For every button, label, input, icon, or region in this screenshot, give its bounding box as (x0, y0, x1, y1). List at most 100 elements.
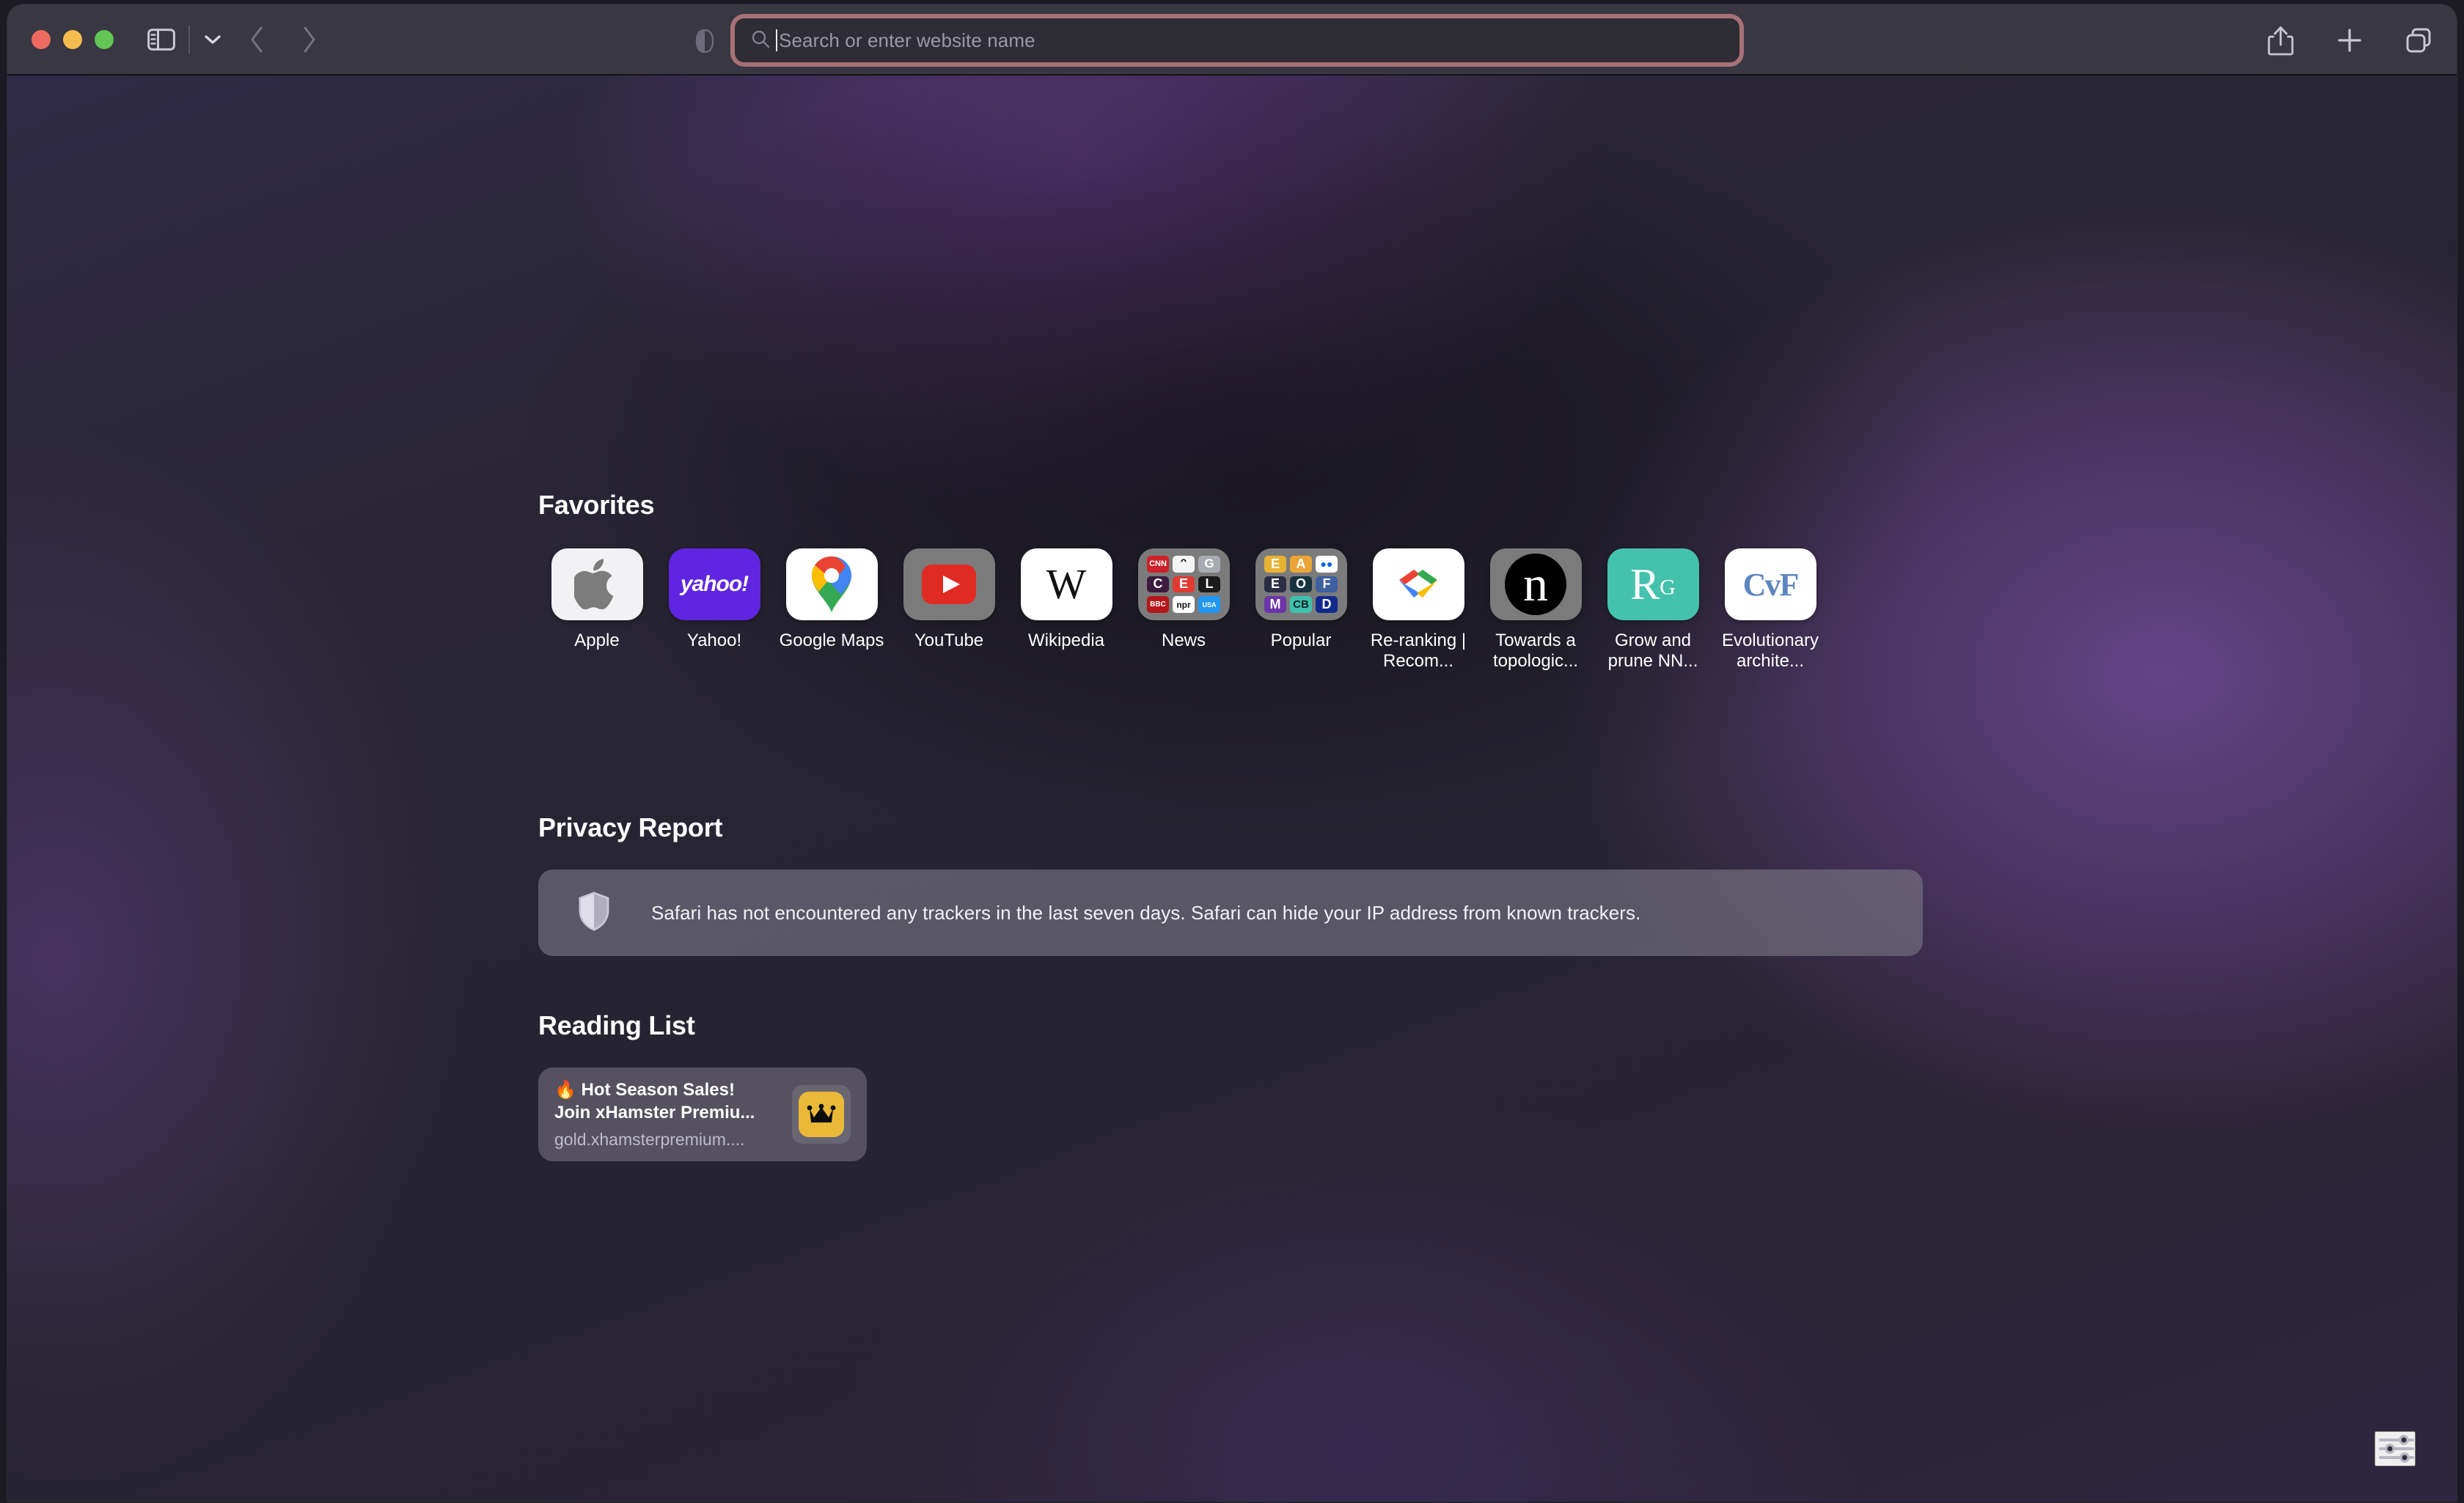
back-button[interactable] (238, 22, 276, 57)
search-icon (751, 29, 770, 52)
researchgate-rg-glyph: RG (1630, 560, 1676, 609)
folder-tile: F (1316, 576, 1338, 593)
chevron-down-icon (205, 34, 221, 44)
folder-tile: D (1316, 596, 1338, 613)
reading-list-item-thumbnail (792, 1085, 851, 1144)
favorites-section: Favorites Apple yahoo! Yahoo! Google Maps Yo… (538, 490, 1829, 672)
favorite-label: Grow and prune NN... (1607, 631, 1698, 672)
sliders-icon (2379, 1435, 2414, 1463)
folder-tile: CB (1290, 596, 1312, 613)
favorite-item[interactable]: RG Grow and prune NN... (1594, 548, 1712, 672)
privacy-report-title: Privacy Report (538, 812, 723, 842)
favorite-item[interactable]: CvF Evolutionary archite... (1712, 548, 1829, 672)
google-developers-logo-icon (1373, 548, 1464, 620)
folder-tile: ●● (1316, 556, 1338, 573)
google-maps-logo-icon (786, 548, 878, 620)
forward-button[interactable] (290, 22, 328, 57)
favorites-grid: Apple yahoo! Yahoo! Google Maps YouTube W Wiki… (538, 548, 1829, 672)
favorite-tile[interactable]: RG (1607, 548, 1699, 620)
reading-list-item[interactable]: 🔥 Hot Season Sales! Join xHamster Premiu… (538, 1067, 867, 1161)
customize-start-page-button[interactable] (2375, 1431, 2416, 1466)
browser-toolbar: Search or enter website name (7, 4, 2457, 76)
favorite-item[interactable]: Google Maps (773, 548, 890, 672)
plus-icon (2338, 28, 2361, 52)
favorite-tile[interactable] (785, 548, 878, 620)
privacy-report-message: Safari has not encountered any trackers … (651, 901, 1641, 924)
favorite-item[interactable]: E A ●● E O F M CB D Popular (1242, 548, 1360, 672)
maximize-window-button[interactable] (95, 29, 114, 49)
favorite-tile[interactable]: n (1489, 548, 1582, 620)
nature-circle: n (1505, 554, 1566, 615)
favorite-tile[interactable]: CvF (1724, 548, 1816, 620)
favorite-tile[interactable]: yahoo! (668, 548, 760, 620)
reading-list-section: Reading List 🔥 Hot Season Sales! Join xH… (538, 1010, 867, 1161)
privacy-report-section: Privacy Report Safari has not encountere… (538, 812, 1923, 956)
folder-tile: A (1290, 556, 1312, 573)
favorite-item[interactable]: yahoo! Yahoo! (656, 548, 773, 672)
favorites-title: Favorites (538, 490, 655, 520)
favorite-item[interactable]: n Towards a topologic... (1477, 548, 1594, 672)
favorite-item[interactable]: W Wikipedia (1008, 548, 1125, 672)
screen: Search or enter website name Favorites A… (0, 0, 2464, 1503)
reading-list-item-text: 🔥 Hot Season Sales! Join xHamster Premiu… (554, 1079, 792, 1150)
favorite-tile[interactable] (1372, 548, 1464, 620)
reading-list-item-title-line2: Join xHamster Premiu... (554, 1102, 755, 1122)
reading-list-title: Reading List (538, 1010, 695, 1040)
favorite-tile[interactable] (551, 548, 643, 620)
tab-overview-button[interactable] (2399, 21, 2438, 59)
folder-tile: E (1173, 576, 1195, 593)
share-button[interactable] (2262, 21, 2300, 59)
favorite-tile[interactable]: CNN ᵔ G C E L BBC npr USA (1137, 548, 1230, 620)
nature-n-glyph: n (1523, 556, 1548, 612)
close-window-button[interactable] (32, 29, 51, 49)
favorite-tile[interactable] (903, 548, 995, 620)
apple-logo-icon (551, 548, 643, 620)
folder-tile: G (1198, 556, 1220, 573)
reading-list-item-url: gold.xhamsterpremium.... (554, 1130, 745, 1150)
wikipedia-logo-icon: W (1021, 548, 1112, 620)
window-controls (32, 29, 114, 49)
favorite-label: Evolutionary archite... (1721, 631, 1819, 672)
safari-window: Search or enter website name Favorites A… (7, 4, 2457, 1502)
folder-tile: USA (1198, 596, 1220, 613)
crown-icon (799, 1092, 844, 1137)
share-icon (2267, 26, 2294, 55)
favorite-label: Popular (1270, 631, 1332, 650)
favorites-folder-grid: CNN ᵔ G C E L BBC npr USA (1138, 548, 1230, 620)
favorite-item[interactable]: CNN ᵔ G C E L BBC npr USA News (1125, 548, 1242, 672)
minimize-window-button[interactable] (63, 29, 82, 49)
favorite-item[interactable]: Apple (538, 548, 656, 672)
reader-glyph-icon (695, 29, 714, 54)
favorites-folder-grid: E A ●● E O F M CB D (1255, 548, 1347, 620)
favorite-item[interactable]: YouTube (890, 548, 1008, 672)
favorite-label: Wikipedia (1027, 631, 1105, 650)
chevron-left-icon (251, 26, 263, 52)
folder-tile: E (1264, 576, 1286, 593)
new-tab-button[interactable] (2331, 21, 2369, 59)
folder-tile: CNN (1147, 556, 1169, 573)
reader-view-icon[interactable] (695, 29, 714, 54)
text-cursor (776, 29, 777, 51)
folder-tile: C (1147, 576, 1169, 593)
address-bar[interactable]: Search or enter website name (735, 18, 1739, 62)
favorite-label: YouTube (914, 631, 984, 650)
folder-tile: ᵔ (1173, 556, 1195, 573)
tab-overview-icon (2406, 28, 2431, 52)
reading-list-item-title-line1: 🔥 Hot Season Sales! (554, 1079, 735, 1100)
folder-tiles: E A ●● E O F M CB D (1264, 556, 1338, 613)
folder-tile: M (1264, 596, 1286, 613)
favorite-label: Yahoo! (686, 631, 742, 650)
researchgate-logo-icon: RG (1607, 548, 1699, 620)
favorite-tile[interactable]: W (1020, 548, 1112, 620)
favorite-item[interactable]: Re-ranking | Recom... (1360, 548, 1477, 672)
toolbar-right-actions (2262, 4, 2438, 76)
chevron-right-icon (304, 26, 315, 52)
favorite-label: Re-ranking | Recom... (1370, 631, 1467, 672)
folder-tile: O (1290, 576, 1312, 593)
folder-tile: E (1264, 556, 1286, 573)
search-input[interactable]: Search or enter website name (779, 29, 1035, 52)
favorite-tile[interactable]: E A ●● E O F M CB D (1255, 548, 1347, 620)
tab-group-menu-button[interactable] (200, 25, 225, 54)
privacy-report-card[interactable]: Safari has not encountered any trackers … (538, 870, 1923, 956)
sidebar-toggle-button[interactable] (144, 23, 178, 56)
